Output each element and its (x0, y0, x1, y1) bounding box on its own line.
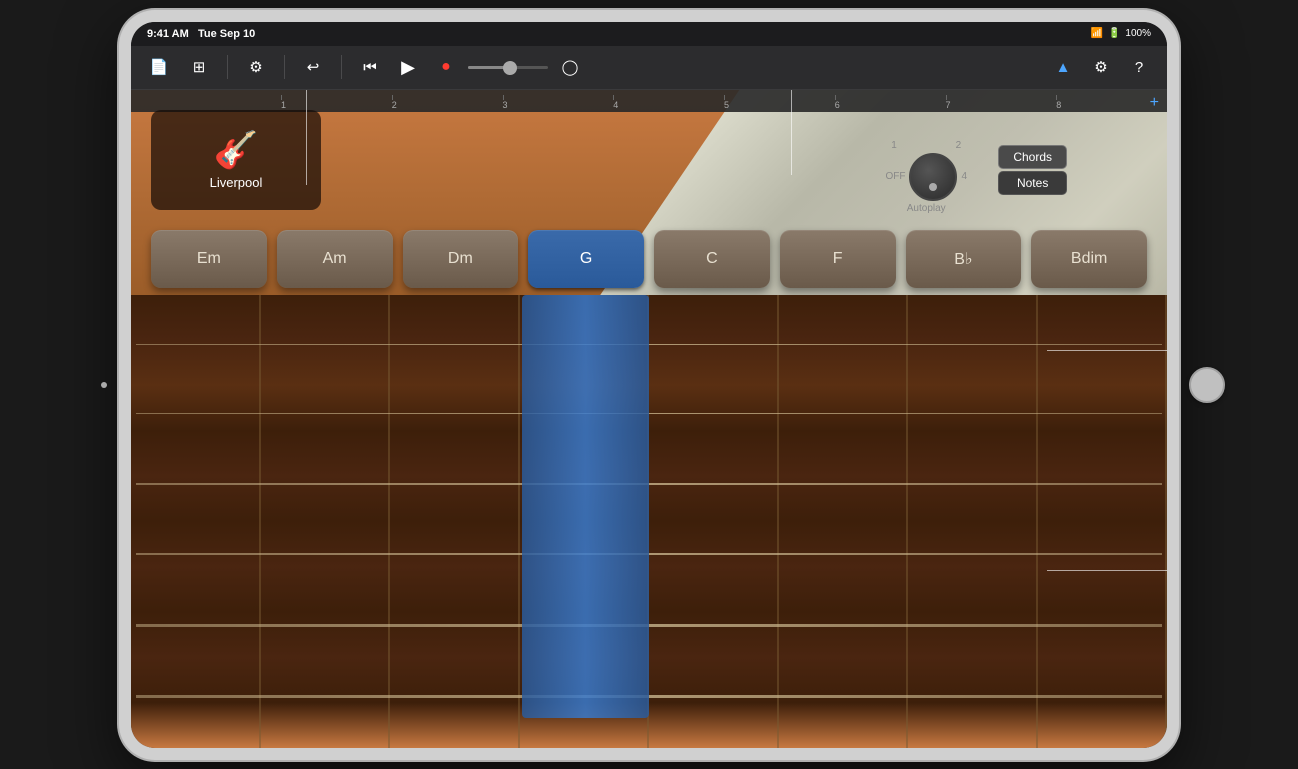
settings-button[interactable]: ⚙ (1085, 51, 1117, 83)
ruler-mark-3: 3 (503, 100, 614, 110)
play-button[interactable]: ▶ (392, 51, 424, 83)
chord-btn-c[interactable]: C (654, 230, 770, 288)
toolbar-separator-1 (227, 55, 228, 79)
string-4 (136, 553, 1162, 555)
tracks-button[interactable]: ⊞ (183, 51, 215, 83)
string-6 (136, 695, 1162, 698)
toolbar: 📄 ⊞ ⚙ ↩ ⏮ ▶ ● ◯ ▲ ⚙ (131, 46, 1167, 90)
ipad-screen: 9:41 AM Tue Sep 10 📶 🔋 100% 📄 ⊞ ⚙ ↩ ⏮ ▶ … (131, 22, 1167, 748)
string-1 (136, 344, 1162, 345)
ruler-mark-7: 7 (946, 100, 1057, 110)
knob-dot (929, 183, 937, 191)
battery-percentage: 100% (1125, 28, 1151, 39)
slider-fill (468, 66, 508, 69)
metronome-button[interactable]: ▲ (1047, 51, 1079, 83)
status-bar: 9:41 AM Tue Sep 10 📶 🔋 100% (131, 22, 1167, 46)
notes-mode-button[interactable]: Notes (998, 171, 1067, 195)
chord-bar-g (522, 295, 649, 718)
knob-num-1: 1 (891, 140, 897, 151)
help-button[interactable]: ? (1123, 51, 1155, 83)
string-2 (136, 413, 1162, 414)
mode-toggle: Chords Notes (998, 145, 1067, 195)
chord-btn-em[interactable]: Em (151, 230, 267, 288)
knob-num-2: 2 (956, 140, 962, 151)
status-time: 9:41 AM Tue Sep 10 (147, 28, 255, 40)
chord-btn-dm[interactable]: Dm (403, 230, 519, 288)
status-right: 📶 🔋 100% (1091, 28, 1151, 39)
volume-slider[interactable] (468, 66, 548, 69)
add-track-button[interactable]: + (1150, 94, 1159, 112)
wifi-icon: 📶 (1091, 28, 1103, 39)
song-name: Liverpool (210, 175, 263, 190)
fretboard[interactable] (131, 295, 1167, 748)
toolbar-separator-3 (341, 55, 342, 79)
ruler-mark-1: 1 (281, 100, 392, 110)
chord-btn-bdim[interactable]: Bdim (1031, 230, 1147, 288)
undo-button[interactable]: ↩ (297, 51, 329, 83)
knob-off-label: OFF (885, 171, 905, 182)
knob-top-numbers: 1 2 (891, 140, 961, 151)
ruler-mark-5: 5 (724, 100, 835, 110)
master-volume-icon[interactable]: ◯ (554, 51, 586, 83)
string-5 (136, 624, 1162, 627)
chords-mode-button[interactable]: Chords (998, 145, 1067, 169)
ruler-mark-2: 2 (392, 100, 503, 110)
string-3 (136, 483, 1162, 485)
slider-track (468, 66, 548, 69)
chord-btn-am[interactable]: Am (277, 230, 393, 288)
new-song-button[interactable]: 📄 (143, 51, 175, 83)
side-button (101, 382, 107, 388)
ipad-frame: 9:41 AM Tue Sep 10 📶 🔋 100% 📄 ⊞ ⚙ ↩ ⏮ ▶ … (119, 10, 1179, 760)
knob-num-4: 4 (961, 171, 967, 182)
autoplay-label: Autoplay (907, 203, 946, 214)
rewind-button[interactable]: ⏮ (354, 51, 386, 83)
chord-btn-g[interactable]: G (528, 230, 644, 288)
autoplay-area: 1 2 OFF 4 Autoplay (885, 140, 967, 214)
ruler-mark-4: 4 (613, 100, 724, 110)
chord-btn-f[interactable]: F (780, 230, 896, 288)
mixer-button[interactable]: ⚙ (240, 51, 272, 83)
toolbar-right: ▲ ⚙ ? (1047, 51, 1155, 83)
strings (131, 295, 1167, 748)
battery-icon: 🔋 (1108, 28, 1120, 39)
song-box[interactable]: 🎸 Liverpool (151, 110, 321, 210)
knob-middle-row: OFF 4 (885, 153, 967, 201)
slider-thumb (503, 61, 517, 75)
ruler: 1 2 3 4 5 6 7 8 + (131, 90, 1167, 112)
home-button[interactable] (1189, 367, 1225, 403)
main-content: 1 2 3 4 5 6 7 8 + 🎸 Liverpool 1 (131, 90, 1167, 748)
ruler-mark-6: 6 (835, 100, 946, 110)
guitar-icon: 🎸 (214, 129, 259, 171)
chord-buttons: Em Am Dm G C F B♭ Bdim (141, 230, 1157, 288)
record-button[interactable]: ● (430, 51, 462, 83)
chord-btn-bb[interactable]: B♭ (906, 230, 1022, 288)
toolbar-separator-2 (284, 55, 285, 79)
transport-controls: ⏮ ▶ ● ◯ (354, 51, 586, 83)
autoplay-knob[interactable] (909, 153, 957, 201)
